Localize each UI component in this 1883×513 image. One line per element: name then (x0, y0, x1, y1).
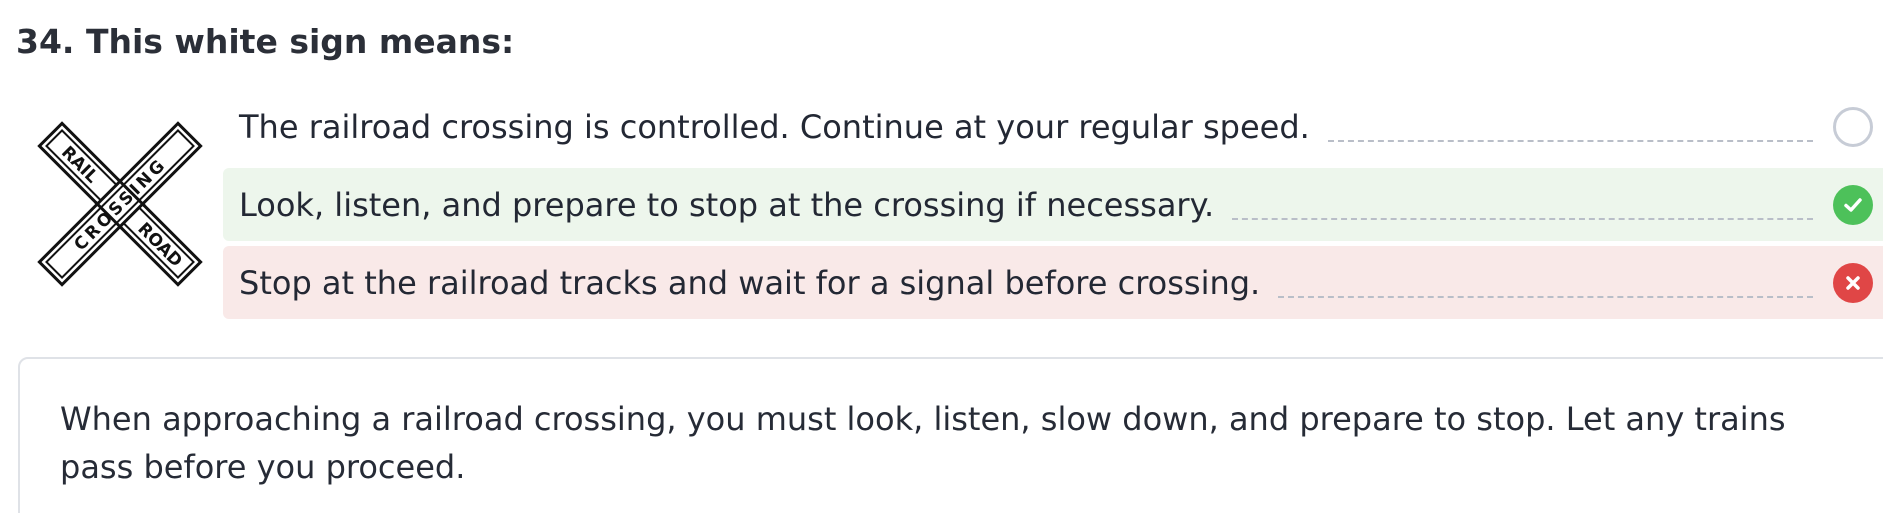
answer-text: Stop at the railroad tracks and wait for… (239, 263, 1261, 302)
answer-option-1[interactable]: The railroad crossing is controlled. Con… (223, 90, 1883, 163)
answer-option-2-correct[interactable]: Look, listen, and prepare to stop at the… (223, 168, 1883, 241)
explanation-box: When approaching a railroad crossing, yo… (18, 357, 1883, 513)
explanation-text: When approaching a railroad crossing, yo… (60, 400, 1786, 486)
dotted-leader (1327, 139, 1813, 142)
check-icon (1833, 184, 1873, 225)
radio-unselected-icon[interactable] (1833, 106, 1873, 147)
dotted-leader (1232, 217, 1813, 220)
answer-text: Look, listen, and prepare to stop at the… (239, 185, 1215, 224)
close-icon (1833, 262, 1873, 303)
answer-text: The railroad crossing is controlled. Con… (239, 107, 1310, 146)
answer-list: The railroad crossing is controlled. Con… (223, 90, 1883, 324)
dotted-leader (1278, 295, 1813, 298)
question-title: 34. This white sign means: (16, 22, 515, 61)
railroad-crossing-sign-icon: RAIL ROAD CROSSING (36, 120, 204, 288)
question-card: 34. This white sign means: RAIL ROAD CRO… (0, 0, 1883, 513)
answer-option-3-incorrect[interactable]: Stop at the railroad tracks and wait for… (223, 246, 1883, 319)
